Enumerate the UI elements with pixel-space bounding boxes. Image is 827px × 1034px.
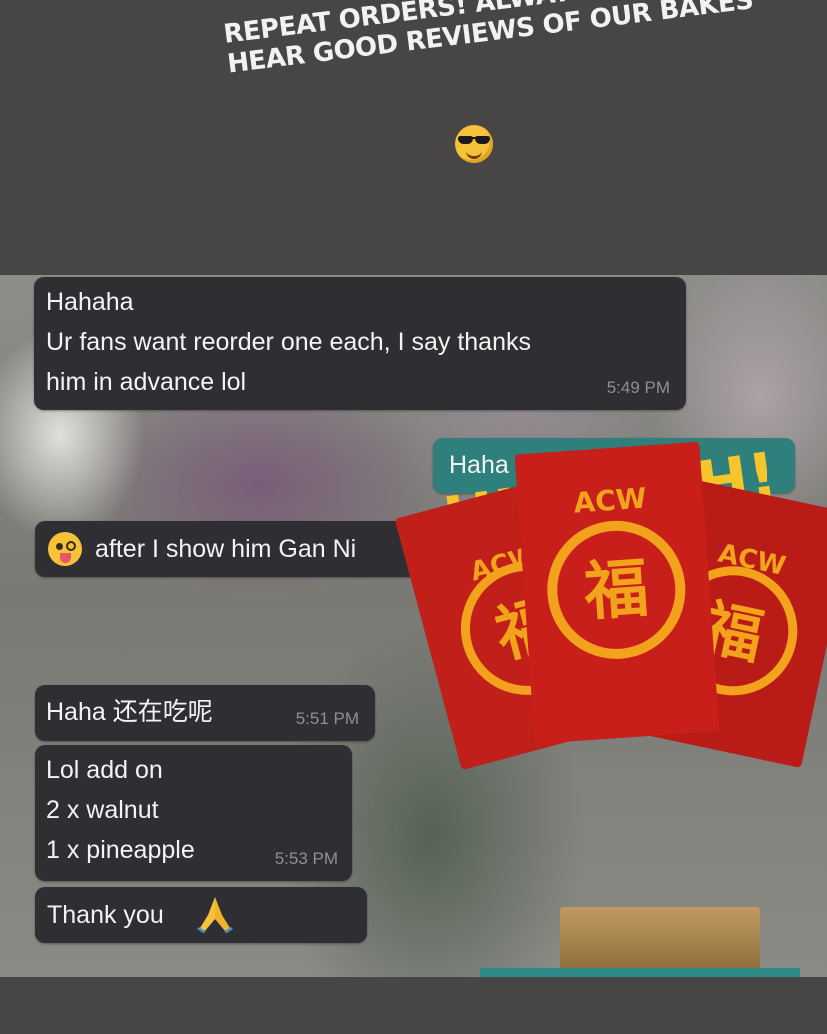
message-bubble: Thank you: [35, 887, 367, 943]
message-text: Thank you: [47, 901, 164, 929]
message-bubble: Lol add on 2 x walnut 1 x pineapple 5:53…: [35, 745, 352, 881]
message-line: 2 x walnut: [46, 796, 159, 824]
message-line: Ur fans want reorder one each, I say tha…: [46, 328, 531, 356]
input-bar-edge: [480, 968, 800, 977]
message-bubble: Haha 还在吃呢 5:51 PM: [35, 685, 375, 741]
message-line: 1 x pineapple: [46, 836, 195, 864]
sunglasses-emoji-icon: [455, 125, 493, 163]
envelope-fu-character: 福: [581, 552, 651, 630]
message-bubble: after I show him Gan Ni: [35, 521, 455, 577]
message-line: Hahaha: [46, 288, 134, 316]
message-text: Haha 还在吃呢: [46, 698, 213, 726]
message-line: him in advance lol: [46, 368, 247, 396]
picture-frame: [560, 907, 760, 977]
folded-hands-emoji-icon: [197, 897, 233, 933]
message-bubble: Hahaha Ur fans want reorder one each, I …: [34, 277, 686, 410]
message-text: after I show him Gan Ni: [95, 535, 357, 563]
envelope-brand: ACW: [572, 482, 647, 520]
red-envelope-center: ACW 福: [514, 442, 720, 744]
message-time: 5:53 PM: [274, 849, 338, 868]
winking-tongue-emoji-icon: [48, 532, 82, 566]
message-time: 5:49 PM: [606, 378, 670, 397]
story-caption: REPEAT ORDERS! ALWAYS HAPPY TO HEAR GOOD…: [222, 0, 755, 80]
message-line: Lol add on: [46, 756, 163, 784]
message-time: 5:51 PM: [295, 709, 359, 728]
